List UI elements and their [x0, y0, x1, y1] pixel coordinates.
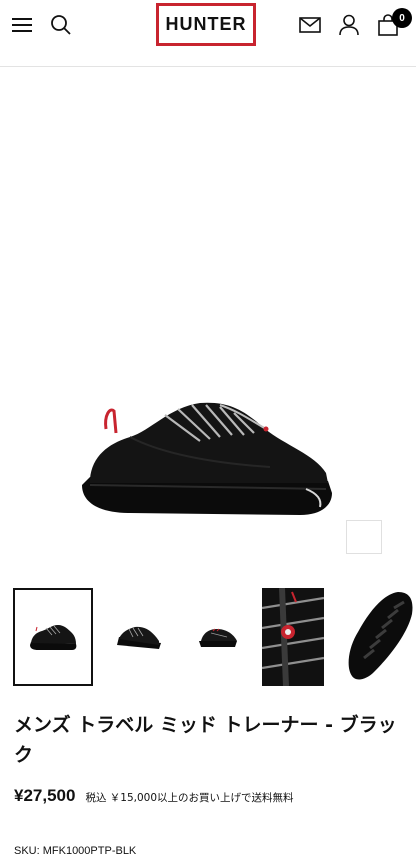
product-sku: SKU: MFK1000PTP-BLK: [14, 845, 137, 857]
zoom-button[interactable]: [346, 520, 382, 554]
thumbnail-gallery: [0, 588, 416, 688]
thumbnail-2[interactable]: [98, 588, 178, 686]
shoe-thumbnail-back: [199, 628, 237, 647]
hamburger-menu-icon[interactable]: [12, 16, 32, 34]
brand-logo[interactable]: HUNTER: [156, 3, 256, 46]
shoe-thumbnail-angle: [117, 626, 161, 649]
price-row: ¥27,500 税込 ￥15,000以上のお買い上げで送料無料: [14, 786, 294, 806]
product-price: ¥27,500: [14, 786, 76, 805]
thumbnail-3[interactable]: [178, 588, 258, 686]
product-title: メンズ トラベル ミッド トレーナー - ブラック: [14, 714, 397, 766]
product-main-image[interactable]: [0, 68, 416, 573]
thumbnail-5[interactable]: [344, 588, 416, 686]
cart-count-badge[interactable]: 0: [392, 8, 412, 28]
search-icon[interactable]: [50, 14, 72, 36]
brand-logo-text: HUNTER: [165, 14, 247, 34]
shoe-thumbnail-lace-detail: [262, 588, 324, 686]
tax-shipping-note: 税込 ￥15,000以上のお買い上げで送料無料: [85, 792, 294, 804]
shoe-image: [82, 402, 332, 515]
shoe-thumbnail-outsole: [348, 592, 413, 680]
envelope-icon[interactable]: [299, 17, 321, 33]
thumbnail-1[interactable]: [13, 588, 93, 686]
site-header: HUNTER 0: [0, 0, 416, 67]
user-icon[interactable]: [339, 14, 359, 36]
thumbnail-4[interactable]: [262, 588, 324, 686]
shoe-thumbnail-side: [30, 625, 77, 650]
